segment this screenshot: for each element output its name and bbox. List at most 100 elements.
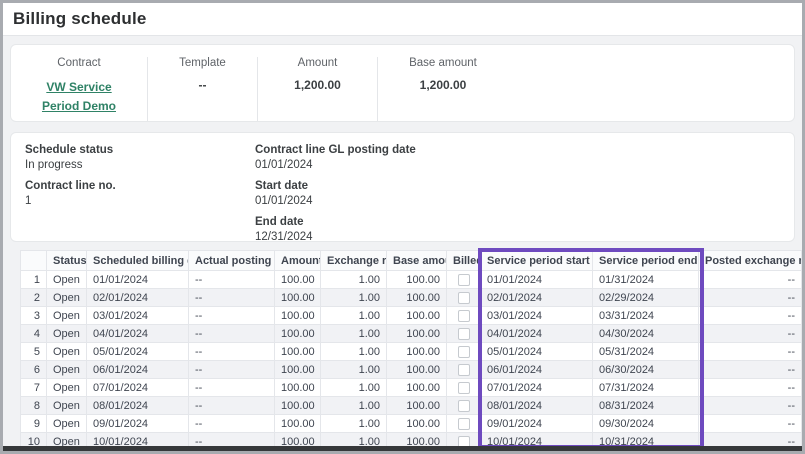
column-header-amount: Amount: [275, 251, 321, 271]
billed-checkbox[interactable]: [458, 364, 470, 376]
cell-status: Open: [47, 379, 87, 397]
cell-service_period_start: 09/01/2024: [481, 415, 593, 433]
billed-checkbox[interactable]: [458, 382, 470, 394]
cell-exchange_rate: 1.00: [321, 289, 387, 307]
table-row: 6Open06/01/2024--100.001.00100.0006/01/2…: [21, 361, 802, 379]
table-row: 3Open03/01/2024--100.001.00100.0003/01/2…: [21, 307, 802, 325]
cell-billed: [447, 343, 481, 361]
cell-service_period_end: 03/31/2024: [593, 307, 699, 325]
cell-base_amount: 100.00: [387, 271, 447, 289]
cell-num: 2: [21, 289, 47, 307]
schedule-grid-container: StatusScheduled billing dateActual posti…: [20, 250, 802, 451]
cell-service_period_start: 08/01/2024: [481, 397, 593, 415]
start-date-label: Start date: [255, 180, 780, 192]
cell-posted_exchange_rate: --: [699, 415, 802, 433]
details-column-left: Schedule status In progress Contract lin…: [25, 144, 255, 230]
cell-amount: 100.00: [275, 289, 321, 307]
cell-posted_exchange_rate: --: [699, 343, 802, 361]
cell-num: 6: [21, 361, 47, 379]
cell-amount: 100.00: [275, 271, 321, 289]
billed-checkbox[interactable]: [458, 346, 470, 358]
table-row: 4Open04/01/2024--100.001.00100.0004/01/2…: [21, 325, 802, 343]
summary-card: Contract VW Service Period Demo Template…: [10, 44, 795, 122]
cell-base_amount: 100.00: [387, 289, 447, 307]
summary-field-contract: Contract VW Service Period Demo: [11, 57, 148, 121]
base-amount-label: Base amount: [378, 57, 508, 69]
cell-billed: [447, 289, 481, 307]
cell-service_period_end: 09/30/2024: [593, 415, 699, 433]
cell-num: 9: [21, 415, 47, 433]
billed-checkbox[interactable]: [458, 418, 470, 430]
billing-schedule-window: Billing schedule Contract VW Service Per…: [0, 0, 805, 454]
table-row: 5Open05/01/2024--100.001.00100.0005/01/2…: [21, 343, 802, 361]
table-row: 1Open01/01/2024--100.001.00100.0001/01/2…: [21, 271, 802, 289]
cell-actual_posting_date: --: [189, 343, 275, 361]
cell-base_amount: 100.00: [387, 343, 447, 361]
cell-status: Open: [47, 325, 87, 343]
column-header-actual_posting_date: Actual posting date: [189, 251, 275, 271]
contract-link[interactable]: VW Service Period Demo: [33, 78, 125, 115]
cell-exchange_rate: 1.00: [321, 397, 387, 415]
start-date-field: Start date 01/01/2024: [255, 180, 780, 207]
column-header-service_period_end: Service period end date: [593, 251, 699, 271]
column-header-scheduled_billing_date: Scheduled billing date: [87, 251, 189, 271]
cell-billed: [447, 325, 481, 343]
template-value: --: [148, 78, 257, 92]
summary-field-amount: Amount 1,200.00: [258, 57, 378, 121]
gl-posting-date-label: Contract line GL posting date: [255, 144, 780, 156]
cell-posted_exchange_rate: --: [699, 379, 802, 397]
cell-base_amount: 100.00: [387, 361, 447, 379]
cell-scheduled_billing_date: 07/01/2024: [87, 379, 189, 397]
cell-num: 3: [21, 307, 47, 325]
schedule-status-value: In progress: [25, 159, 255, 171]
column-header-num: [21, 251, 47, 271]
cell-scheduled_billing_date: 01/01/2024: [87, 271, 189, 289]
cell-actual_posting_date: --: [189, 271, 275, 289]
details-card: Schedule status In progress Contract lin…: [10, 132, 795, 242]
amount-value: 1,200.00: [258, 78, 377, 92]
cell-base_amount: 100.00: [387, 379, 447, 397]
page-body: Contract VW Service Period Demo Template…: [3, 36, 802, 451]
billed-checkbox[interactable]: [458, 310, 470, 322]
cell-base_amount: 100.00: [387, 415, 447, 433]
cell-billed: [447, 271, 481, 289]
billed-checkbox[interactable]: [458, 274, 470, 286]
cell-service_period_end: 06/30/2024: [593, 361, 699, 379]
cell-num: 7: [21, 379, 47, 397]
cell-posted_exchange_rate: --: [699, 307, 802, 325]
cell-exchange_rate: 1.00: [321, 361, 387, 379]
cell-billed: [447, 397, 481, 415]
cell-posted_exchange_rate: --: [699, 271, 802, 289]
cell-num: 8: [21, 397, 47, 415]
summary-field-base-amount: Base amount 1,200.00: [378, 57, 508, 121]
schedule-status-label: Schedule status: [25, 144, 255, 156]
cell-service_period_end: 02/29/2024: [593, 289, 699, 307]
cell-amount: 100.00: [275, 361, 321, 379]
billed-checkbox[interactable]: [458, 328, 470, 340]
table-row: 7Open07/01/2024--100.001.00100.0007/01/2…: [21, 379, 802, 397]
cell-num: 4: [21, 325, 47, 343]
cell-actual_posting_date: --: [189, 397, 275, 415]
column-header-posted_exchange_rate: Posted exchange rate: [699, 251, 802, 271]
cell-posted_exchange_rate: --: [699, 325, 802, 343]
column-header-status: Status: [47, 251, 87, 271]
page-header: Billing schedule: [3, 3, 802, 36]
cell-billed: [447, 415, 481, 433]
billed-checkbox[interactable]: [458, 400, 470, 412]
cell-scheduled_billing_date: 09/01/2024: [87, 415, 189, 433]
gl-posting-date-field: Contract line GL posting date 01/01/2024: [255, 144, 780, 171]
cell-posted_exchange_rate: --: [699, 397, 802, 415]
details-column-right: Contract line GL posting date 01/01/2024…: [255, 144, 780, 230]
billed-checkbox[interactable]: [458, 292, 470, 304]
cell-billed: [447, 361, 481, 379]
contract-line-no-field: Contract line no. 1: [25, 180, 255, 207]
cell-amount: 100.00: [275, 343, 321, 361]
cell-service_period_start: 02/01/2024: [481, 289, 593, 307]
page-title: Billing schedule: [13, 9, 147, 29]
table-row: 8Open08/01/2024--100.001.00100.0008/01/2…: [21, 397, 802, 415]
cell-status: Open: [47, 415, 87, 433]
cell-amount: 100.00: [275, 379, 321, 397]
cell-amount: 100.00: [275, 397, 321, 415]
cell-amount: 100.00: [275, 325, 321, 343]
summary-field-template: Template --: [148, 57, 258, 121]
